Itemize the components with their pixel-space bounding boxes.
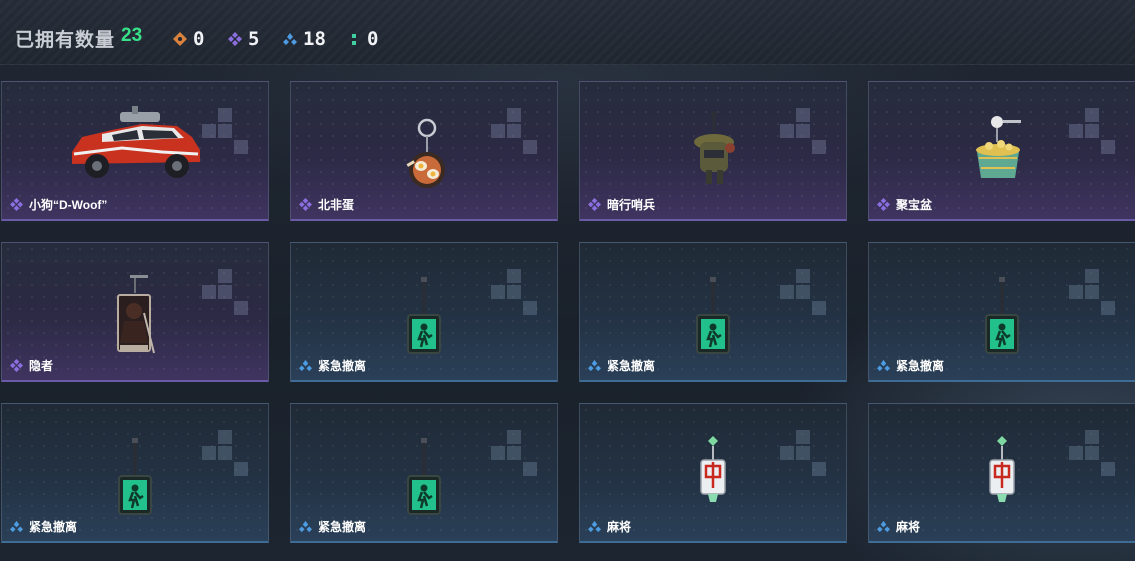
- item-label: 隐者: [10, 357, 53, 374]
- item-label: 麻将: [877, 518, 920, 535]
- item-name: 紧急撤离: [607, 359, 656, 373]
- item-name: 紧急撤离: [318, 359, 367, 373]
- item-name: 小狗“D-Woof”: [29, 198, 108, 212]
- item-card[interactable]: 紧急撤离: [290, 242, 558, 382]
- stat-purple: 5: [228, 28, 259, 50]
- purple-rarity-icon: [588, 198, 601, 211]
- blue-rarity-icon: [588, 520, 601, 533]
- item-card[interactable]: 麻将: [579, 403, 847, 543]
- purple-rarity-icon: [10, 198, 23, 211]
- owned-count: 23: [121, 25, 143, 46]
- treasure-bowl-icon: [976, 116, 1021, 178]
- item-name: 紧急撤离: [318, 520, 367, 534]
- car-icon: [72, 106, 200, 178]
- item-name: 暗行哨兵: [607, 198, 656, 212]
- item-label: 紧急撤离: [299, 357, 366, 374]
- stat-orange-count: 0: [193, 28, 205, 50]
- blue-rarity-icon: [877, 520, 890, 533]
- item-name: 麻将: [896, 520, 921, 534]
- item-card[interactable]: 紧急撤离: [1, 403, 269, 543]
- stat-blue: 18: [283, 28, 326, 50]
- mahjong-tile-icon: [700, 436, 726, 502]
- item-name: 聚宝盆: [896, 198, 933, 212]
- item-card[interactable]: 麻将: [868, 403, 1135, 543]
- item-label: 麻将: [588, 518, 631, 535]
- item-label: 紧急撤离: [877, 357, 944, 374]
- exit-sign-icon: [985, 277, 1019, 354]
- orange-diamond-icon: [173, 32, 187, 46]
- hermit-card-icon: [117, 275, 155, 354]
- item-card[interactable]: 紧急撤离: [290, 403, 558, 543]
- item-card[interactable]: 北非蛋: [290, 81, 558, 221]
- item-label: 聚宝盆: [877, 196, 932, 213]
- item-label: 紧急撤离: [299, 518, 366, 535]
- item-name: 紧急撤离: [29, 520, 78, 534]
- item-label: 紧急撤离: [10, 518, 77, 535]
- item-name: 北非蛋: [318, 198, 355, 212]
- exit-sign-icon: [696, 277, 730, 354]
- item-card[interactable]: 聚宝盆: [868, 81, 1135, 221]
- pan-charm-icon: [406, 118, 445, 188]
- exit-sign-icon: [118, 438, 152, 515]
- item-card[interactable]: 紧急撤离: [579, 242, 847, 382]
- collection-header: 已拥有数量 23 0 5 18 0: [0, 0, 1135, 65]
- exit-sign-icon: [407, 277, 441, 354]
- green-dots-icon: [352, 34, 356, 45]
- stat-green: 0: [347, 28, 378, 50]
- item-name: 麻将: [607, 520, 632, 534]
- purple-rarity-icon: [10, 359, 23, 372]
- item-card[interactable]: 隐者: [1, 242, 269, 382]
- blue-rarity-icon: [299, 520, 312, 533]
- purple-rarity-icon: [299, 198, 312, 211]
- item-label: 小狗“D-Woof”: [10, 196, 107, 213]
- blue-rarity-icon: [299, 359, 312, 372]
- item-label: 紧急撤离: [588, 357, 655, 374]
- stat-orange: 0: [173, 28, 204, 50]
- mahjong-tile-icon: [989, 436, 1015, 502]
- soldier-charm-icon: [694, 111, 735, 184]
- item-label: 暗行哨兵: [588, 196, 655, 213]
- exit-sign-icon: [407, 438, 441, 515]
- stat-green-count: 0: [367, 28, 379, 50]
- purple-diamond-icon: [228, 32, 242, 46]
- blue-diamond-icon: [283, 33, 297, 45]
- stat-blue-count: 18: [303, 28, 326, 50]
- item-card[interactable]: 暗行哨兵: [579, 81, 847, 221]
- item-card[interactable]: 紧急撤离: [868, 242, 1135, 382]
- item-label: 北非蛋: [299, 196, 354, 213]
- item-name: 紧急撤离: [896, 359, 945, 373]
- blue-rarity-icon: [877, 359, 890, 372]
- stat-purple-count: 5: [248, 28, 260, 50]
- item-card[interactable]: 小狗“D-Woof”: [1, 81, 269, 221]
- blue-rarity-icon: [588, 359, 601, 372]
- item-name: 隐者: [29, 359, 54, 373]
- purple-rarity-icon: [877, 198, 890, 211]
- owned-label: 已拥有数量: [15, 30, 116, 51]
- blue-rarity-icon: [10, 520, 23, 533]
